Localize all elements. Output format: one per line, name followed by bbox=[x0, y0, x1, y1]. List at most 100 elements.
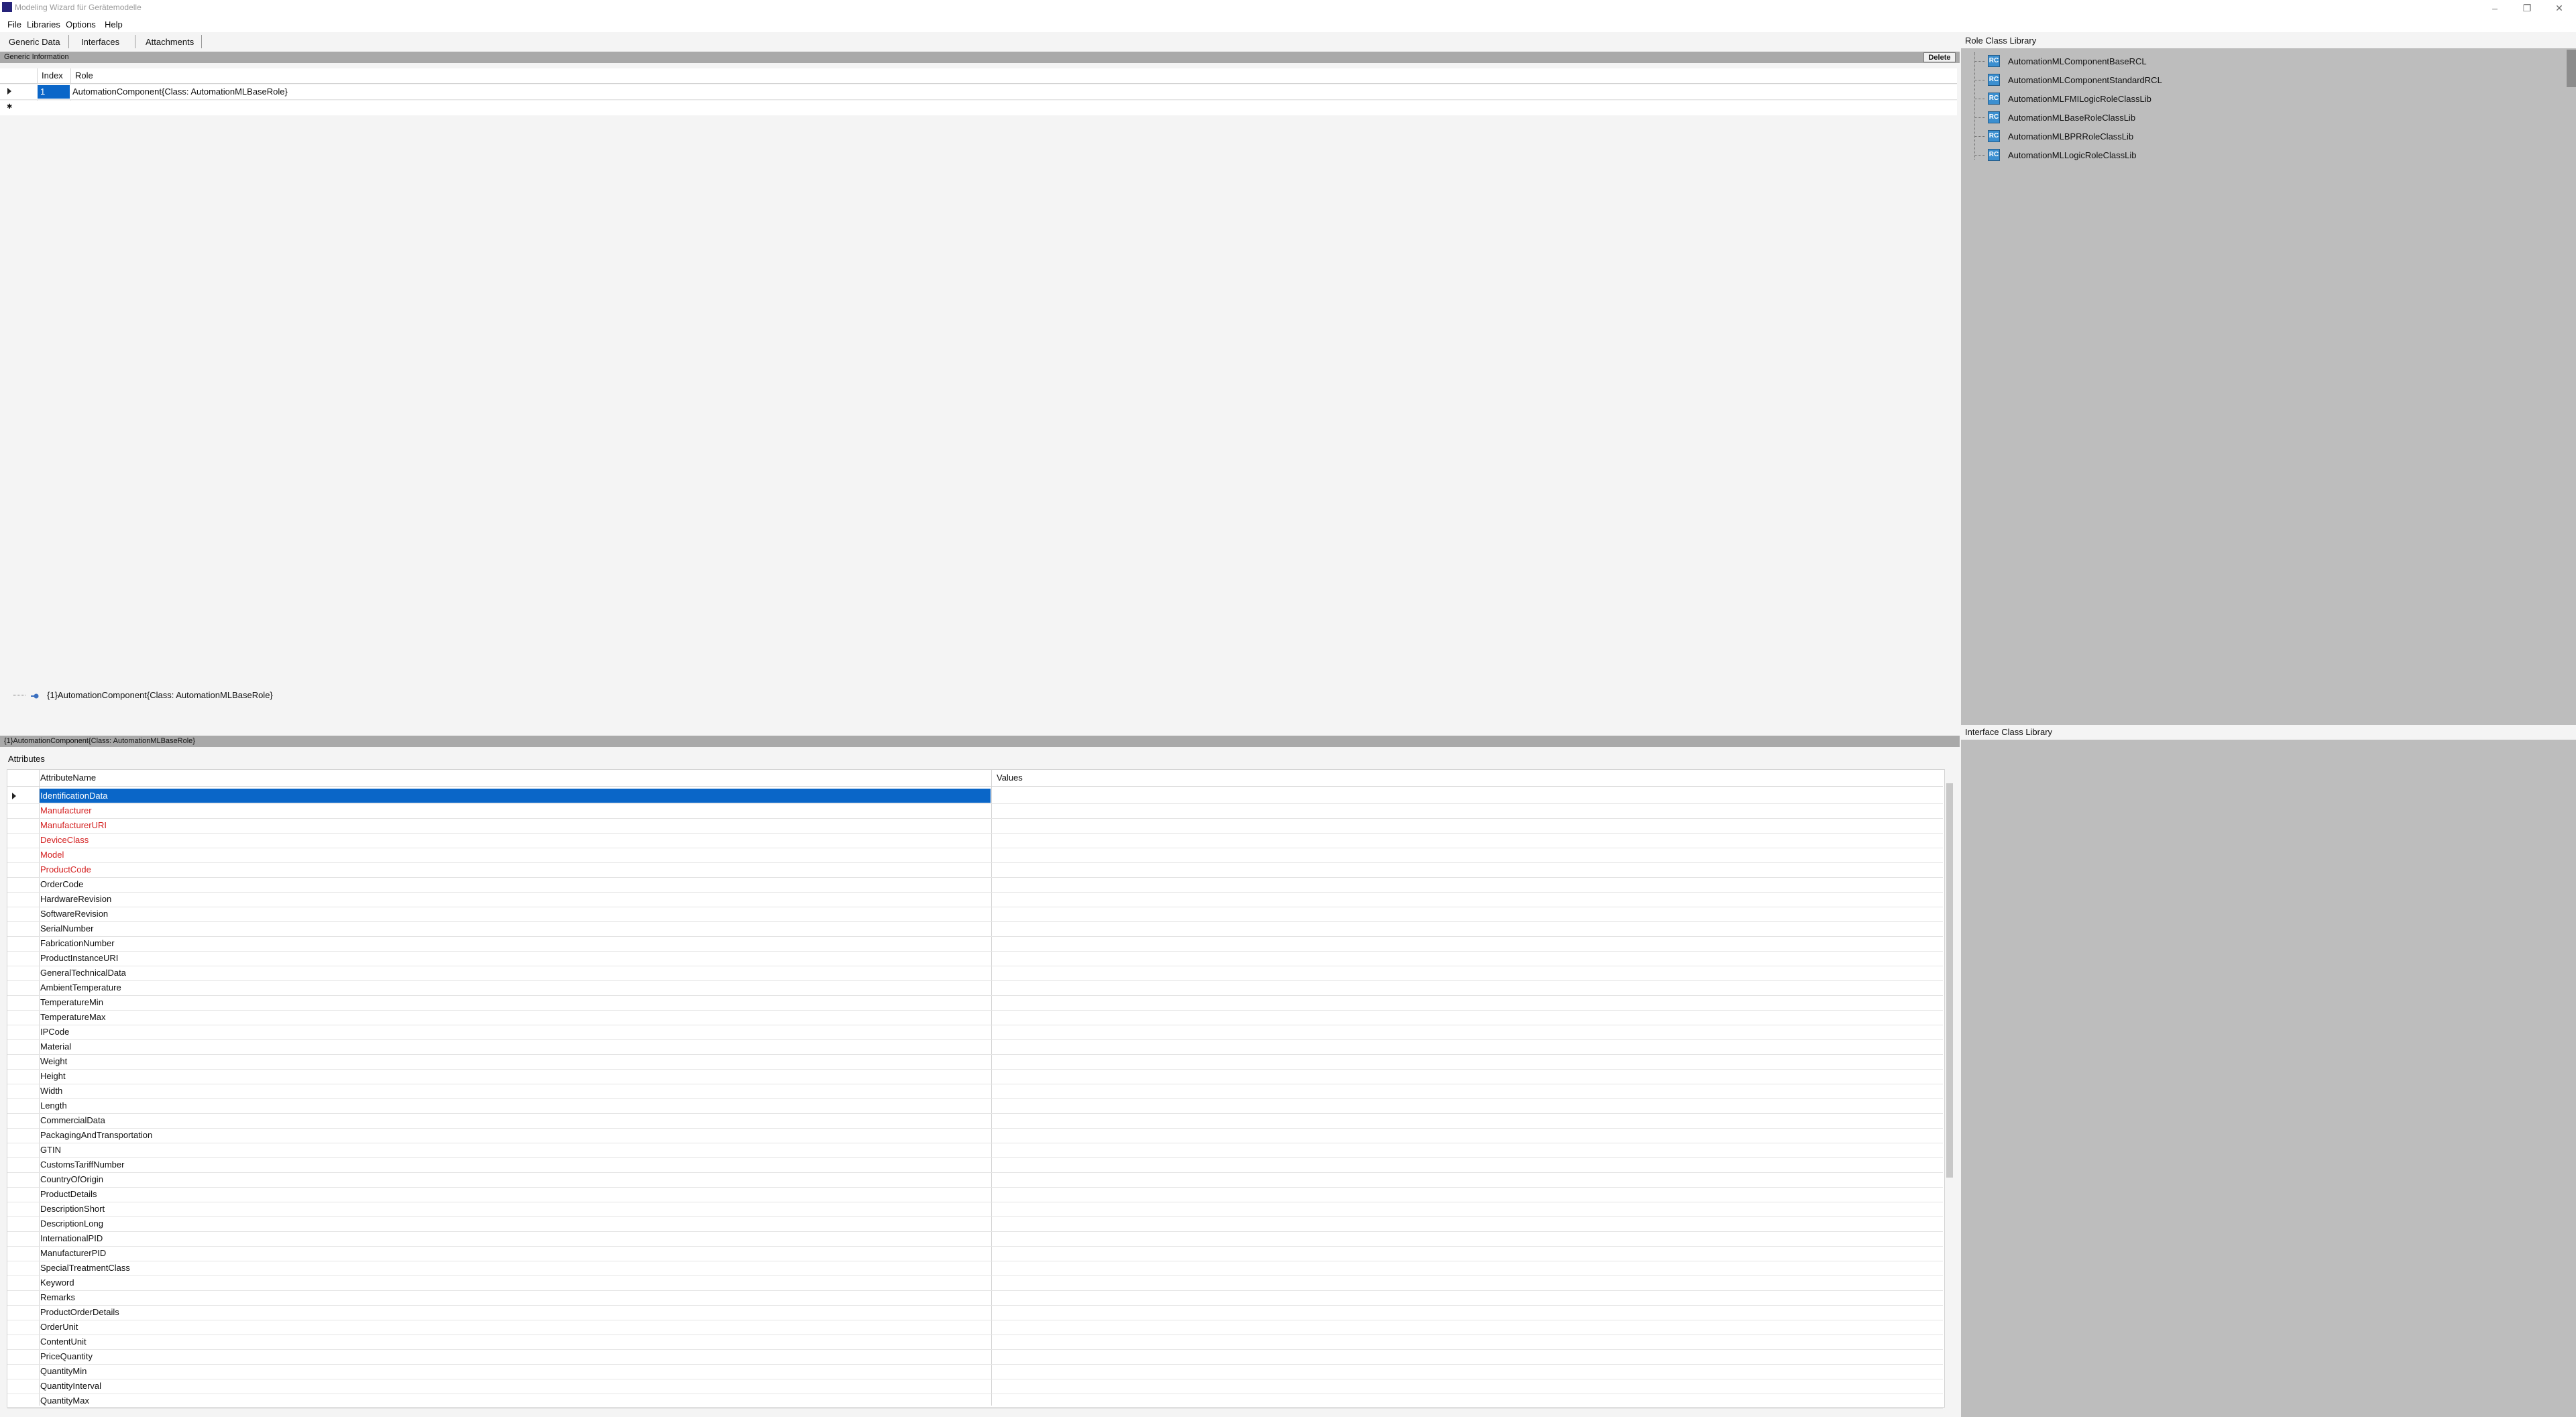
attribute-value-cell[interactable] bbox=[994, 803, 1940, 817]
attribute-name-cell[interactable]: DescriptionLong bbox=[40, 1216, 103, 1231]
attribute-name-cell[interactable]: QuantityMin bbox=[40, 1364, 87, 1378]
attribute-name-cell[interactable]: Model bbox=[40, 848, 64, 862]
attribute-name-cell[interactable]: Length bbox=[40, 1098, 67, 1113]
attribute-name-cell[interactable]: ProductInstanceURI bbox=[40, 951, 118, 965]
attribute-value-cell[interactable] bbox=[994, 1084, 1940, 1098]
role-library-item[interactable]: RC AutomationMLBaseRoleClassLib bbox=[1988, 109, 2135, 126]
attribute-name-cell[interactable]: TemperatureMin bbox=[40, 995, 103, 1009]
role-library-item[interactable]: RC AutomationMLFMILogicRoleClassLib bbox=[1988, 90, 2151, 107]
menu-file[interactable]: File bbox=[7, 19, 21, 30]
attribute-name-cell[interactable]: AmbientTemperature bbox=[40, 980, 121, 995]
attribute-value-cell[interactable] bbox=[994, 877, 1940, 891]
tab-interfaces[interactable]: Interfaces bbox=[76, 36, 124, 49]
attribute-name-cell[interactable]: QuantityInterval bbox=[40, 1379, 101, 1393]
attribute-value-cell[interactable] bbox=[994, 1054, 1940, 1068]
attribute-value-cell[interactable] bbox=[994, 1216, 1940, 1231]
role-row[interactable] bbox=[0, 84, 1957, 100]
attribute-value-cell[interactable] bbox=[994, 1010, 1940, 1024]
attribute-name-cell[interactable]: FabricationNumber bbox=[40, 936, 115, 950]
attribute-value-cell[interactable] bbox=[994, 980, 1940, 995]
minimize-button[interactable]: – bbox=[2481, 1, 2508, 15]
role-library-item[interactable]: RC AutomationMLBPRRoleClassLib bbox=[1988, 127, 2133, 145]
attribute-value-cell[interactable] bbox=[994, 848, 1940, 862]
attribute-name-cell[interactable]: Weight bbox=[40, 1054, 67, 1068]
role-tree-node[interactable]: {1}AutomationComponent{Class: Automation… bbox=[47, 689, 273, 701]
attribute-value-cell[interactable] bbox=[994, 1379, 1940, 1393]
attribute-value-cell[interactable] bbox=[994, 936, 1940, 950]
tab-generic-data[interactable]: Generic Data bbox=[4, 36, 65, 49]
attribute-name-cell[interactable]: OrderUnit bbox=[40, 1320, 78, 1334]
attribute-value-cell[interactable] bbox=[994, 818, 1940, 832]
attribute-value-cell[interactable] bbox=[994, 1157, 1940, 1172]
attribute-name-cell[interactable]: SoftwareRevision bbox=[40, 907, 108, 921]
attribute-name-cell[interactable]: IPCode bbox=[40, 1025, 69, 1039]
attribute-name-cell[interactable]: QuantityMax bbox=[40, 1394, 89, 1408]
attribute-name-cell[interactable]: IdentificationData bbox=[40, 789, 107, 803]
col-values-header[interactable]: Values bbox=[997, 770, 1023, 786]
attribute-value-cell[interactable] bbox=[994, 1113, 1940, 1127]
attribute-name-cell[interactable]: DeviceClass bbox=[40, 833, 89, 847]
attribute-name-cell[interactable]: PackagingAndTransportation bbox=[40, 1128, 152, 1142]
attribute-name-cell[interactable]: GeneralTechnicalData bbox=[40, 966, 126, 980]
col-role-header[interactable]: Role bbox=[75, 68, 93, 83]
attribute-name-cell[interactable]: CommercialData bbox=[40, 1113, 105, 1127]
attribute-value-cell[interactable] bbox=[994, 1246, 1940, 1260]
attribute-value-cell[interactable] bbox=[994, 1098, 1940, 1113]
attribute-value-cell[interactable] bbox=[994, 1305, 1940, 1319]
attribute-name-cell[interactable]: TemperatureMax bbox=[40, 1010, 106, 1024]
attribute-value-cell[interactable] bbox=[994, 1172, 1940, 1186]
attribute-value-cell[interactable] bbox=[994, 1202, 1940, 1216]
attribute-name-cell[interactable]: Keyword bbox=[40, 1276, 74, 1290]
role-row-index[interactable]: 1 bbox=[38, 85, 70, 99]
attribute-value-cell[interactable] bbox=[994, 833, 1940, 847]
attribute-name-cell[interactable]: CountryOfOrigin bbox=[40, 1172, 103, 1186]
attribute-value-cell[interactable] bbox=[994, 1320, 1940, 1334]
role-row-role[interactable]: AutomationComponent{Class: AutomationMLB… bbox=[72, 84, 288, 99]
attribute-name-cell[interactable]: ContentUnit bbox=[40, 1335, 87, 1349]
attribute-value-cell[interactable] bbox=[994, 862, 1940, 876]
attribute-name-cell[interactable]: SpecialTreatmentClass bbox=[40, 1261, 130, 1275]
attribute-value-cell[interactable] bbox=[994, 921, 1940, 936]
attribute-value-cell[interactable] bbox=[994, 1069, 1940, 1083]
tab-attachments[interactable]: Attachments bbox=[141, 36, 199, 49]
attribute-value-cell[interactable] bbox=[994, 1276, 1940, 1290]
attribute-name-cell[interactable]: Height bbox=[40, 1069, 66, 1083]
menu-libraries[interactable]: Libraries bbox=[27, 19, 60, 30]
attribute-value-cell[interactable] bbox=[994, 1025, 1940, 1039]
attribute-value-cell[interactable] bbox=[994, 995, 1940, 1009]
attribute-name-cell[interactable]: OrderCode bbox=[40, 877, 83, 891]
delete-button[interactable]: Delete bbox=[1923, 52, 1956, 62]
attribute-name-cell[interactable]: InternationalPID bbox=[40, 1231, 103, 1245]
attribute-name-cell[interactable]: ProductOrderDetails bbox=[40, 1305, 119, 1319]
attribute-name-cell[interactable]: Width bbox=[40, 1084, 62, 1098]
attribute-name-cell[interactable]: HardwareRevision bbox=[40, 892, 111, 906]
attribute-name-cell[interactable]: ManufacturerURI bbox=[40, 818, 107, 832]
role-library-scrollbar[interactable] bbox=[2567, 50, 2576, 87]
restore-button[interactable]: ❐ bbox=[2514, 1, 2540, 15]
col-attribute-name-header[interactable]: AttributeName bbox=[40, 770, 96, 786]
role-library-item[interactable]: RC AutomationMLLogicRoleClassLib bbox=[1988, 146, 2137, 164]
attribute-name-cell[interactable]: GTIN bbox=[40, 1143, 61, 1157]
attribute-value-cell[interactable] bbox=[994, 1394, 1940, 1408]
attribute-name-cell[interactable]: Remarks bbox=[40, 1290, 75, 1304]
attribute-value-cell[interactable] bbox=[994, 1187, 1940, 1201]
col-index-header[interactable]: Index bbox=[42, 68, 63, 83]
attribute-value-cell[interactable] bbox=[994, 1290, 1940, 1304]
attribute-value-cell[interactable] bbox=[994, 1143, 1940, 1157]
attribute-value-cell[interactable] bbox=[994, 892, 1940, 906]
attribute-name-cell[interactable]: SerialNumber bbox=[40, 921, 93, 936]
attribute-name-cell[interactable]: ProductCode bbox=[40, 862, 91, 876]
attribute-value-cell[interactable] bbox=[994, 951, 1940, 965]
attribute-name-cell[interactable]: PriceQuantity bbox=[40, 1349, 93, 1363]
attribute-value-cell[interactable] bbox=[994, 1039, 1940, 1054]
attribute-value-cell[interactable] bbox=[994, 907, 1940, 921]
attribute-name-cell[interactable]: ManufacturerPID bbox=[40, 1246, 106, 1260]
attribute-value-cell[interactable] bbox=[994, 1128, 1940, 1142]
attribute-value-cell[interactable] bbox=[994, 1261, 1940, 1275]
attribute-value-cell[interactable] bbox=[994, 789, 1940, 803]
role-new-row[interactable] bbox=[0, 101, 1957, 115]
attribute-value-cell[interactable] bbox=[994, 1335, 1940, 1349]
attribute-name-cell[interactable]: DescriptionShort bbox=[40, 1202, 105, 1216]
attribute-value-cell[interactable] bbox=[994, 1231, 1940, 1245]
menu-help[interactable]: Help bbox=[105, 19, 123, 30]
